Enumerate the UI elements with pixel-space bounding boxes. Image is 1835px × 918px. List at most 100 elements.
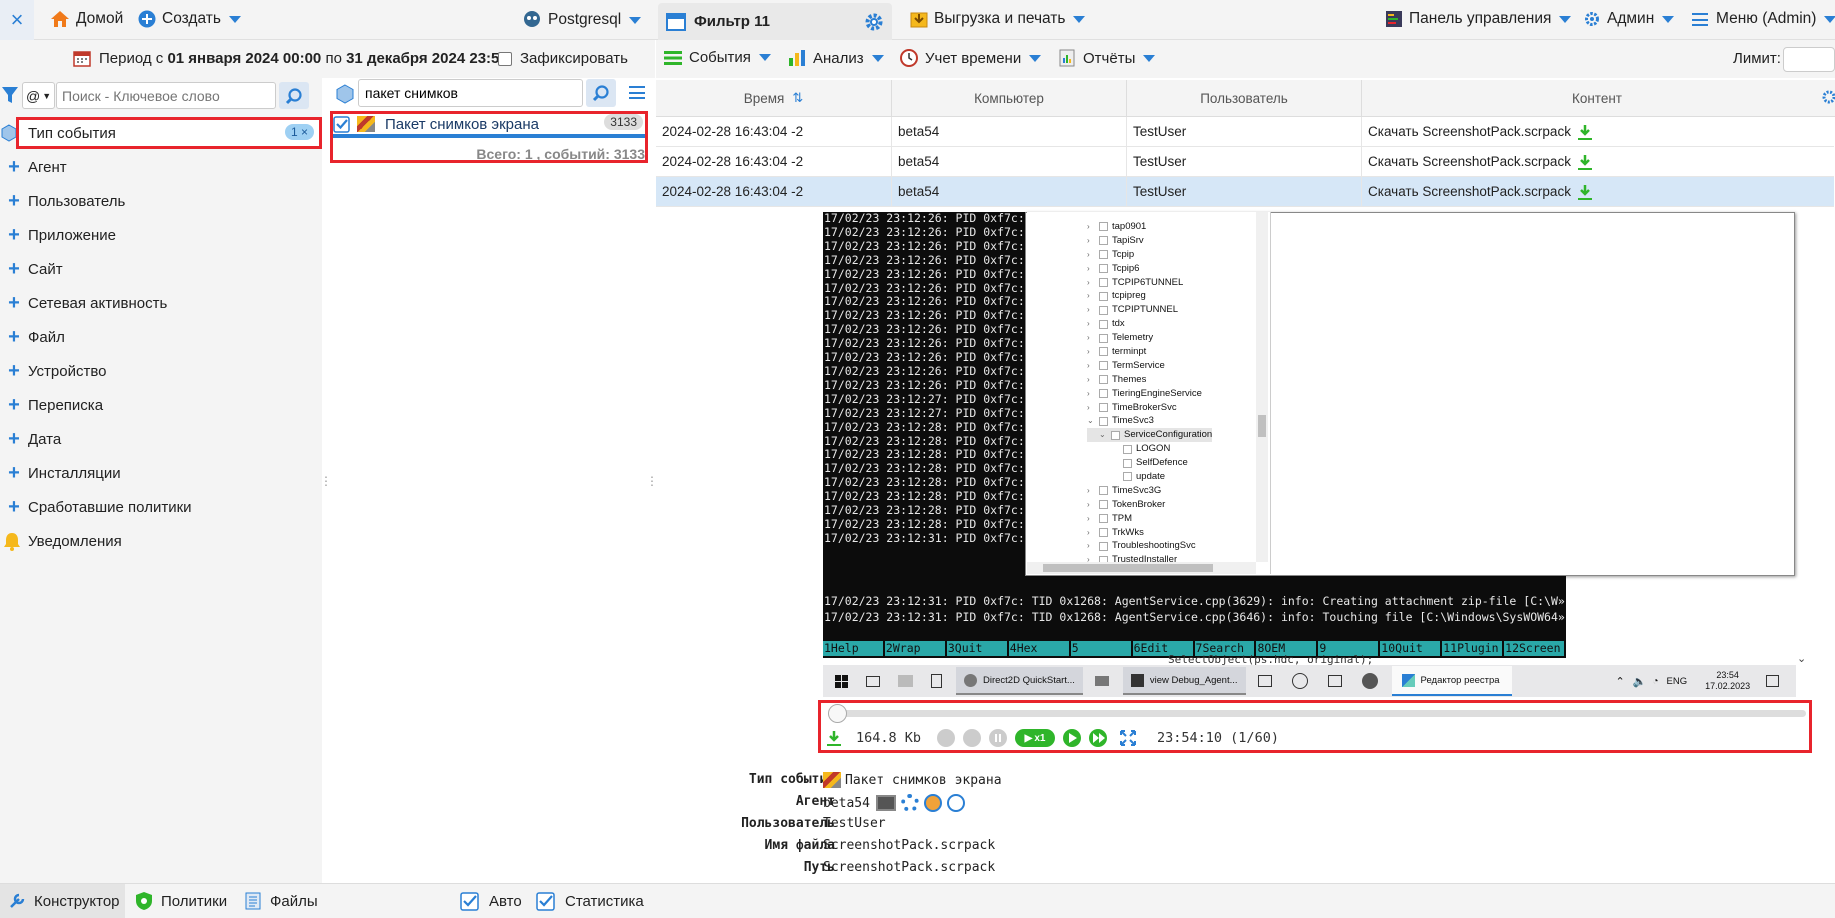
explorer-icon[interactable]	[898, 675, 913, 687]
category-item[interactable]: + Агент	[0, 150, 320, 184]
registry-key[interactable]: › TapiSrv	[1087, 234, 1212, 248]
admin-button[interactable]: Админ	[1583, 10, 1675, 28]
expand-plus-icon[interactable]: +	[0, 258, 28, 281]
chevron-right-icon[interactable]: ⌄	[1099, 428, 1111, 442]
chevron-right-icon[interactable]: ⌄	[1087, 414, 1099, 428]
checkbox-box[interactable]	[498, 51, 512, 66]
category-item[interactable]: + Сайт	[0, 252, 320, 286]
registry-key[interactable]: › tdx	[1087, 317, 1212, 331]
chevron-right-icon[interactable]: ›	[1087, 359, 1099, 373]
tree-scrollbar-thumb[interactable]	[1258, 415, 1266, 437]
category-item[interactable]: + Пользователь	[0, 184, 320, 218]
last-frame-icon[interactable]	[1089, 729, 1108, 747]
reports-menu[interactable]: Отчёты	[1058, 49, 1156, 67]
registry-key[interactable]: › TPM	[1087, 512, 1212, 526]
chevron-right-icon[interactable]: ›	[1087, 276, 1099, 290]
database-selector[interactable]: Postgresql	[522, 10, 642, 30]
expand-plus-icon[interactable]: +	[0, 394, 28, 417]
column-header-user[interactable]: Пользователь	[1127, 80, 1362, 116]
event-type-badge[interactable]: 1 ×	[284, 124, 314, 140]
policies-tab[interactable]: Политики	[135, 884, 227, 918]
chevron-right-icon[interactable]: ›	[1087, 526, 1099, 540]
download-link[interactable]: Скачать ScreenshotPack.scrpack	[1368, 184, 1571, 199]
notifications-item[interactable]: Уведомления	[0, 524, 320, 558]
category-item[interactable]: + Дата	[0, 422, 320, 456]
category-item[interactable]: + Сработавшие политики	[0, 490, 320, 524]
download-icon[interactable]	[1577, 183, 1593, 201]
keyword-search-input[interactable]	[56, 82, 276, 109]
category-item[interactable]: + Устройство	[0, 354, 320, 388]
notification-center-icon[interactable]	[1766, 675, 1780, 687]
category-item[interactable]: + Файл	[0, 320, 320, 354]
analysis-menu[interactable]: Анализ	[788, 49, 884, 67]
registry-key[interactable]: › terminpt	[1087, 345, 1212, 359]
chevron-right-icon[interactable]: ›	[1087, 289, 1099, 303]
taskbar-app-direct2d[interactable]: Direct2D QuickStart...	[956, 667, 1083, 695]
registry-key[interactable]: › TermService	[1087, 359, 1212, 373]
chevron-right-icon[interactable]: ›	[1087, 539, 1099, 553]
column-settings-icon[interactable]	[1820, 88, 1835, 106]
gear-icon[interactable]	[864, 12, 884, 32]
chevron-right-icon[interactable]: ›	[1087, 387, 1099, 401]
create-button[interactable]: Создать	[138, 10, 241, 28]
registry-key[interactable]: › tcpipreg	[1087, 289, 1212, 303]
agent-app-icon[interactable]	[1361, 673, 1378, 689]
scroll-down-icon[interactable]: ⌄	[1797, 652, 1806, 665]
close-tab-button[interactable]: ×	[0, 0, 34, 40]
chevron-right-icon[interactable]: ›	[1087, 512, 1099, 526]
expand-plus-icon[interactable]: +	[0, 462, 28, 485]
registry-key[interactable]: › TimeBrokerSvc	[1087, 401, 1212, 415]
network-icon[interactable]: ◔	[1652, 676, 1658, 687]
fixed-period-checkbox[interactable]: Зафиксировать	[498, 50, 628, 67]
registry-key[interactable]: › Telemetry	[1087, 331, 1212, 345]
registry-key[interactable]: ⌄ TimeSvc3	[1087, 414, 1212, 428]
download-link[interactable]: Скачать ScreenshotPack.scrpack	[1368, 124, 1571, 139]
middle-splitter[interactable]: ⋮	[646, 78, 658, 883]
image-viewer-icon[interactable]	[1257, 675, 1272, 687]
category-item[interactable]: + Приложение	[0, 218, 320, 252]
first-frame-icon[interactable]	[937, 729, 956, 747]
export-print-button[interactable]: Выгрузка и печать	[910, 10, 1086, 28]
prev-frame-icon[interactable]	[963, 729, 982, 747]
expand-plus-icon[interactable]: +	[0, 190, 28, 213]
home-button[interactable]: Домой	[50, 10, 123, 28]
registry-key[interactable]: › TCPIPTUNNEL	[1087, 303, 1212, 317]
task-view-icon[interactable]	[866, 675, 880, 687]
tree-scrollbar[interactable]	[1256, 212, 1268, 562]
expand-plus-icon[interactable]: +	[0, 428, 28, 451]
language-indicator[interactable]: ENG	[1667, 676, 1688, 687]
table-row[interactable]: 2024-02-28 16:43:04 -2 beta54 TestUser Скач…	[656, 176, 1834, 207]
clock-icon[interactable]	[946, 794, 965, 812]
column-header-time[interactable]: Время ⇅	[656, 80, 892, 116]
column-header-computer[interactable]: Компьютер	[892, 80, 1127, 116]
category-item[interactable]: + Сетевая активность	[0, 286, 320, 320]
cell-content[interactable]: Скачать ScreenshotPack.scrpack	[1362, 177, 1832, 207]
event-type-search-button[interactable]	[586, 79, 616, 107]
search-mode-select[interactable]: @ ▼	[22, 82, 55, 109]
expand-plus-icon[interactable]: +	[0, 156, 28, 179]
playback-slider-track[interactable]	[828, 710, 1806, 717]
tray-chevron-icon[interactable]: ⌃	[1616, 675, 1625, 688]
constructor-tab[interactable]: Конструктор	[0, 884, 125, 918]
volume-icon[interactable]: 🔈	[1633, 675, 1647, 688]
printer-icon[interactable]	[1094, 676, 1109, 686]
auto-checkbox[interactable]: Авто	[460, 884, 522, 918]
column-header-content[interactable]: Контент	[1362, 80, 1832, 116]
download-icon[interactable]	[1577, 153, 1593, 171]
registry-key[interactable]: › Tcpip	[1087, 248, 1212, 262]
resource-icon[interactable]	[1291, 673, 1308, 689]
next-frame-icon[interactable]	[1063, 729, 1082, 747]
registry-key[interactable]: update	[1087, 470, 1212, 484]
files-tab[interactable]: Файлы	[245, 884, 318, 918]
chevron-right-icon[interactable]: ›	[1087, 484, 1099, 498]
chevron-right-icon[interactable]: ›	[1087, 317, 1099, 331]
download-link[interactable]: Скачать ScreenshotPack.scrpack	[1368, 154, 1571, 169]
play-speed-button[interactable]: ▶ x1	[1015, 729, 1056, 747]
chevron-right-icon[interactable]: ›	[1087, 234, 1099, 248]
registry-key[interactable]: › tap0901	[1087, 220, 1212, 234]
clock[interactable]: 23:54 17.02.2023	[1705, 670, 1750, 692]
agent-settings-icon[interactable]	[900, 794, 919, 812]
registry-key[interactable]: › Tcpip6	[1087, 262, 1212, 276]
registry-key[interactable]: › TimeSvc3G	[1087, 484, 1212, 498]
checkbox-checked-icon[interactable]	[333, 115, 350, 133]
